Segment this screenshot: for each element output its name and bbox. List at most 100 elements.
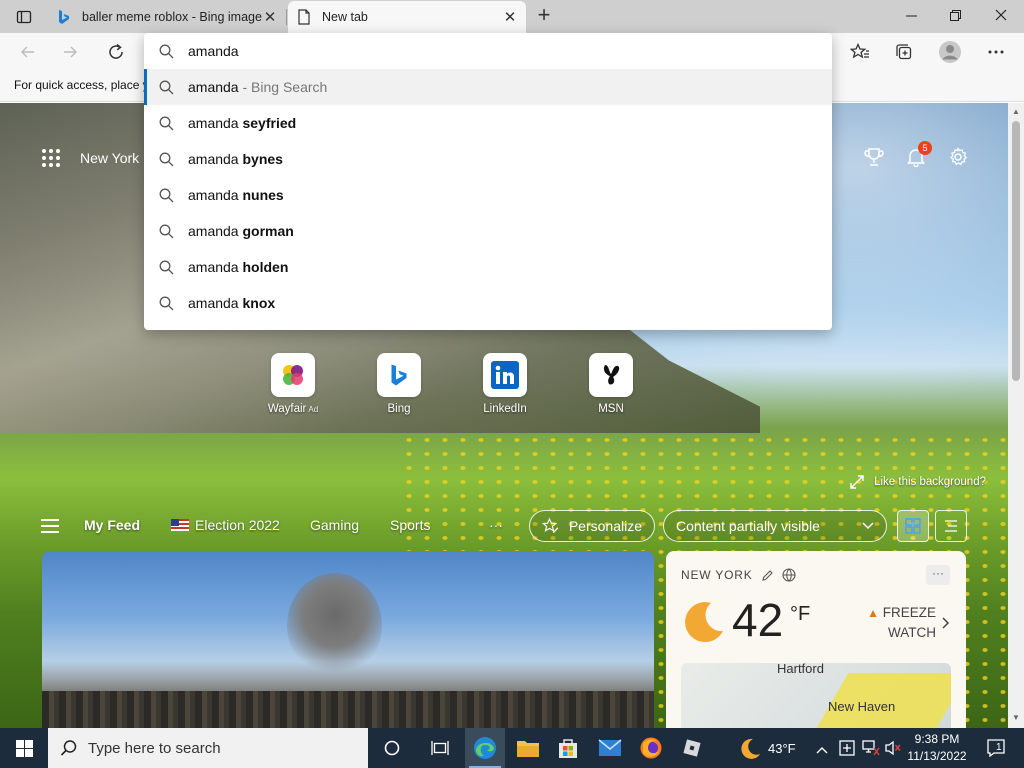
address-input[interactable] bbox=[188, 43, 788, 59]
taskbar-edge[interactable] bbox=[465, 728, 505, 768]
warning-icon: ▲ bbox=[867, 606, 879, 620]
tab-bing-images[interactable]: baller meme roblox - Bing image ✕ bbox=[48, 1, 286, 33]
weather-more-button[interactable]: ··· bbox=[926, 565, 950, 585]
feed-tab-my-feed[interactable]: My Feed bbox=[84, 517, 140, 533]
search-suggestion[interactable]: amanda gorman bbox=[144, 213, 832, 249]
taskbar-weather-temp[interactable]: 43°F bbox=[768, 741, 796, 756]
content-visibility-select[interactable]: Content partially visible bbox=[663, 510, 887, 542]
tab-actions-icon bbox=[16, 10, 32, 23]
feed-tab-election[interactable]: Election 2022 bbox=[171, 517, 280, 533]
weather-header: NEW YORK bbox=[681, 568, 796, 582]
star-list-icon bbox=[850, 43, 869, 59]
feed-tab-sports[interactable]: Sports bbox=[390, 517, 430, 533]
page-scrollbar[interactable]: ▲ ▼ bbox=[1008, 103, 1024, 728]
location-label[interactable]: New York bbox=[80, 150, 139, 166]
minimize-icon bbox=[905, 15, 917, 16]
task-view-button[interactable] bbox=[420, 728, 460, 768]
suggestion-text: amanda bbox=[188, 223, 243, 239]
search-icon bbox=[144, 224, 188, 239]
ad-marker: Ad bbox=[308, 405, 319, 414]
back-button[interactable] bbox=[14, 38, 42, 66]
minimize-button[interactable] bbox=[888, 0, 934, 30]
tab-actions-menu[interactable] bbox=[6, 4, 42, 29]
weather-card[interactable]: NEW YORK ··· 42 °F ▲ FREEZE WATCH Hartfo… bbox=[666, 551, 966, 728]
search-suggestion[interactable]: amanda seyfried bbox=[144, 105, 832, 141]
suggestion-text: amanda bbox=[188, 295, 243, 311]
quick-link-bing[interactable]: Bing bbox=[368, 353, 430, 415]
forward-button[interactable] bbox=[56, 38, 84, 66]
weather-temperature: 42 bbox=[732, 594, 784, 646]
page-settings-icon[interactable] bbox=[948, 146, 968, 170]
cortana-button[interactable] bbox=[372, 728, 412, 768]
personalize-button[interactable]: Personalize bbox=[529, 510, 655, 542]
restore-button[interactable] bbox=[932, 0, 978, 30]
star-edit-icon bbox=[542, 517, 559, 534]
favorites-button[interactable] bbox=[846, 38, 874, 66]
feed-more-button[interactable]: ··· bbox=[489, 517, 503, 533]
taskbar-clock[interactable]: 9:38 PM 11/13/2022 bbox=[905, 731, 969, 765]
rewards-trophy-icon[interactable] bbox=[864, 147, 884, 170]
taskbar-roblox[interactable] bbox=[672, 728, 712, 768]
scroll-up-icon[interactable]: ▲ bbox=[1011, 107, 1021, 117]
weather-alert-line1: FREEZE bbox=[882, 605, 936, 620]
weather-map[interactable]: Hartford New Haven bbox=[681, 663, 951, 728]
quick-link-linkedin[interactable]: LinkedIn bbox=[474, 353, 536, 415]
weather-alert[interactable]: ▲ FREEZE WATCH bbox=[867, 603, 936, 643]
settings-more-button[interactable] bbox=[982, 38, 1010, 66]
quick-link-wayfair[interactable]: Wayfair Ad bbox=[262, 353, 324, 415]
chevron-up-icon bbox=[816, 747, 828, 754]
news-image-smoke bbox=[287, 573, 382, 678]
edit-pencil-icon[interactable] bbox=[761, 569, 774, 582]
taskbar-firefox[interactable] bbox=[631, 728, 671, 768]
volume-icon[interactable] bbox=[884, 740, 902, 759]
notifications-bell[interactable]: 5 bbox=[906, 141, 932, 170]
us-flag-icon bbox=[171, 519, 189, 531]
restore-icon bbox=[949, 9, 961, 21]
quick-link-msn[interactable]: MSN bbox=[580, 353, 642, 415]
start-button[interactable] bbox=[0, 728, 48, 768]
search-suggestion[interactable]: amanda - Bing Search bbox=[144, 69, 832, 105]
action-center-button[interactable]: 1 bbox=[981, 728, 1011, 768]
search-suggestion[interactable]: amanda knox bbox=[144, 285, 832, 321]
taskbar-search-box[interactable]: Type here to search bbox=[48, 728, 368, 768]
quick-link-label: Wayfair bbox=[267, 403, 307, 415]
grid-layout-button[interactable] bbox=[897, 510, 929, 542]
show-hidden-icons[interactable] bbox=[816, 742, 828, 757]
refresh-button[interactable] bbox=[102, 38, 130, 66]
close-window-button[interactable] bbox=[978, 0, 1024, 30]
tab-new-tab[interactable]: New tab ✕ bbox=[288, 1, 526, 33]
weather-moon-icon[interactable] bbox=[738, 737, 762, 764]
search-suggestion[interactable]: amanda bynes bbox=[144, 141, 832, 177]
close-tab-icon[interactable]: ✕ bbox=[502, 9, 518, 26]
profile-button[interactable] bbox=[936, 38, 964, 66]
network-icon[interactable] bbox=[862, 740, 880, 759]
globe-icon[interactable] bbox=[781, 568, 796, 582]
close-tab-icon[interactable]: ✕ bbox=[262, 9, 278, 26]
collections-button[interactable] bbox=[890, 38, 918, 66]
tray-app-icon[interactable] bbox=[838, 739, 856, 760]
feed-menu-icon[interactable] bbox=[41, 519, 59, 533]
chevron-right-icon[interactable] bbox=[942, 617, 950, 629]
page-topbar-left: New York bbox=[42, 149, 139, 167]
search-icon bbox=[144, 44, 188, 59]
chevron-down-icon bbox=[862, 522, 874, 530]
taskbar-store[interactable] bbox=[548, 728, 588, 768]
favorites-bar-hint: For quick access, place y bbox=[14, 78, 149, 92]
scroll-down-icon[interactable]: ▼ bbox=[1011, 713, 1021, 723]
list-layout-button[interactable] bbox=[935, 510, 967, 542]
clock-date: 11/13/2022 bbox=[907, 749, 967, 763]
roblox-icon bbox=[683, 739, 701, 757]
new-tab-button[interactable]: + bbox=[533, 4, 555, 27]
like-background-link[interactable]: Like this background? bbox=[850, 475, 986, 489]
search-suggestion[interactable]: amanda holden bbox=[144, 249, 832, 285]
scrollbar-thumb[interactable] bbox=[1012, 121, 1020, 381]
taskbar-file-explorer[interactable] bbox=[508, 728, 548, 768]
taskbar-mail[interactable] bbox=[590, 728, 630, 768]
suggestion-text: amanda bbox=[188, 115, 243, 131]
feed-tab-gaming[interactable]: Gaming bbox=[310, 517, 359, 533]
wayfair-icon bbox=[271, 353, 315, 397]
apps-launcher-icon[interactable] bbox=[42, 149, 60, 167]
search-suggestion[interactable]: amanda nunes bbox=[144, 177, 832, 213]
page-icon bbox=[296, 9, 312, 25]
news-card[interactable] bbox=[42, 551, 654, 728]
